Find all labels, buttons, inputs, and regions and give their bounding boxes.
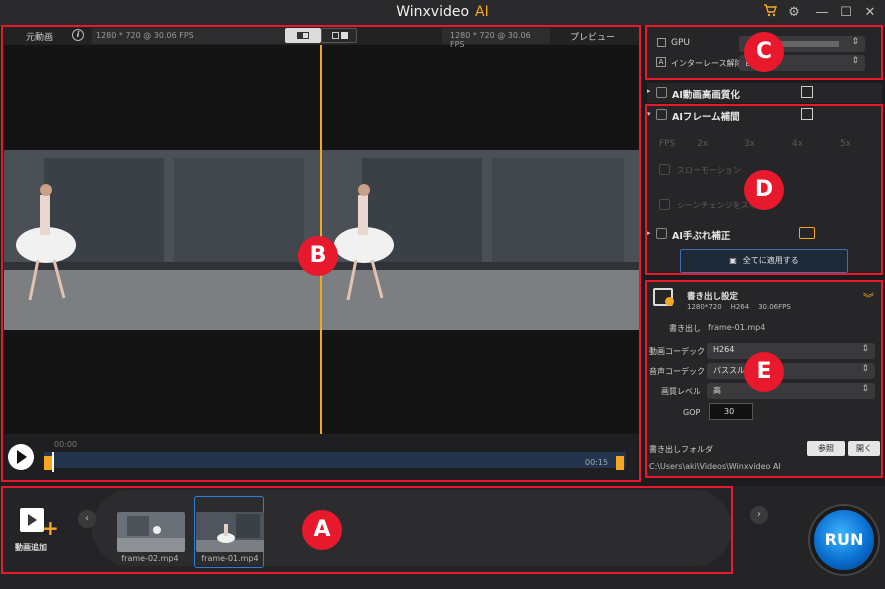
trim-start-handle[interactable] xyxy=(44,456,52,470)
minimize-icon[interactable]: — xyxy=(812,3,832,23)
file-bar: + 動画追加 ‹ › frame-02.mp4 frame-01.mp4 xyxy=(0,486,885,589)
expand-arrow-icon[interactable]: ▸ xyxy=(647,229,651,237)
add-video-icon[interactable]: + xyxy=(20,506,59,538)
apply-all-icon: ▣ xyxy=(729,256,737,265)
ai-upscale-row: ▸ AI動画高画質化 xyxy=(647,83,882,103)
preview-info: 1280 * 720 @ 30.06 FPS xyxy=(442,28,550,49)
export-summary: 1280*720 H264 30.06FPS xyxy=(687,303,791,311)
apply-all-label: 全てに適用する xyxy=(742,256,799,265)
app-title: Winxvideo AI xyxy=(0,4,885,20)
info-icon[interactable]: i xyxy=(72,29,84,41)
chevron-updown-icon: ⇕ xyxy=(851,56,859,66)
chevron-updown-icon: ⇕ xyxy=(861,384,869,394)
fps-option-3x[interactable]: 3x xyxy=(744,139,755,149)
scroll-left-button[interactable]: ‹ xyxy=(78,510,96,528)
timeline: 00:00 00:15 xyxy=(4,434,640,480)
slowmo-checkbox[interactable] xyxy=(659,164,670,175)
badge-c: C xyxy=(744,32,784,72)
preview-toolbar: 元動画 i 1280 * 720 @ 30.06 FPS 1280 * 720 … xyxy=(4,27,640,49)
frame-interp-checkbox[interactable] xyxy=(656,109,667,120)
audio-codec-select[interactable]: パススルー ⇕ xyxy=(707,363,875,379)
output-label: 書き出し xyxy=(669,324,701,333)
fps-option-4x[interactable]: 4x xyxy=(792,139,803,149)
deinterlace-icon: A xyxy=(656,57,666,67)
quality-label: 画質レベル xyxy=(661,387,701,396)
preview-video-frame[interactable] xyxy=(322,150,640,330)
gpu-label: GPU xyxy=(671,38,690,48)
compare-side-button[interactable] xyxy=(321,28,357,43)
cart-icon[interactable] xyxy=(760,3,780,23)
play-button[interactable] xyxy=(8,444,34,470)
quality-select[interactable]: 高 ⇕ xyxy=(707,383,875,399)
file-thumb-frame-02[interactable] xyxy=(117,512,185,552)
expand-arrow-icon[interactable]: ▾ xyxy=(647,110,651,118)
app-title-text: Winxvideo xyxy=(396,4,470,20)
chevron-updown-icon: ⇕ xyxy=(851,37,859,47)
app-window: Winxvideo AI ⚙ — ☐ ✕ 元動画 i 1280 * 720 @ 3… xyxy=(0,0,885,589)
frame-interp-label: AIフレーム補間 xyxy=(672,112,740,123)
expand-arrow-icon[interactable]: ▸ xyxy=(647,87,651,95)
trim-end-handle[interactable] xyxy=(616,456,624,470)
export-settings-icon xyxy=(653,288,674,306)
gpu-icon xyxy=(657,38,666,47)
open-folder-button[interactable]: 開く xyxy=(848,441,880,456)
video-codec-label: 動画コーデック xyxy=(649,347,705,356)
badge-e: E xyxy=(744,352,784,392)
stabilize-label: AI手ぶれ補正 xyxy=(672,231,731,242)
time-end: 00:15 xyxy=(585,458,609,467)
frame-interp-icon xyxy=(801,108,813,120)
gop-label: GOP xyxy=(683,408,701,417)
run-button[interactable]: RUN xyxy=(810,506,878,574)
export-title: 書き出し設定 xyxy=(687,292,739,302)
audio-codec-label: 音声コーデック xyxy=(649,367,705,376)
browse-button[interactable]: 参照 xyxy=(807,441,845,456)
timeline-track[interactable] xyxy=(44,452,626,468)
ai-upscale-checkbox[interactable] xyxy=(656,87,667,98)
gop-input[interactable]: 30 xyxy=(709,403,753,420)
fps-option-5x[interactable]: 5x xyxy=(840,139,851,149)
add-video-label[interactable]: 動画追加 xyxy=(15,542,47,553)
app-title-ai: AI xyxy=(475,4,489,20)
close-icon[interactable]: ✕ xyxy=(860,3,880,23)
source-video-frame[interactable] xyxy=(4,150,320,330)
chevron-updown-icon: ⇕ xyxy=(861,364,869,374)
badge-b: B xyxy=(298,236,338,276)
fps-option-2x[interactable]: 2x xyxy=(697,139,708,149)
file-thumb-frame-01[interactable] xyxy=(196,512,264,552)
badge-a: A xyxy=(302,510,342,550)
gear-icon[interactable]: ⚙ xyxy=(784,3,804,23)
output-file: frame-01.mp4 xyxy=(708,323,766,332)
file-name: frame-01.mp4 xyxy=(201,554,259,563)
source-video-label: 元動画 xyxy=(26,33,54,43)
video-codec-select[interactable]: H264 ⇕ xyxy=(707,343,875,359)
playhead[interactable] xyxy=(52,452,54,472)
fps-label: FPS xyxy=(659,139,676,149)
time-start: 00:00 xyxy=(54,440,78,449)
scene-skip-checkbox[interactable] xyxy=(659,199,670,210)
output-folder-label: 書き出しフォルダ xyxy=(649,445,713,454)
badge-d: D xyxy=(744,170,784,210)
collapse-icon[interactable]: ︾ xyxy=(863,290,874,306)
output-folder-path: C:\Users\aki\Videos\Winxvideo AI xyxy=(649,462,781,471)
play-icon xyxy=(17,450,27,464)
quality-value: 高 xyxy=(713,386,721,395)
file-name: frame-02.mp4 xyxy=(121,554,179,563)
deinterlace-label: インターレース解除 xyxy=(671,59,743,68)
scroll-right-button[interactable]: › xyxy=(750,506,768,524)
camera-icon xyxy=(799,227,815,239)
preview-label: プレビュー xyxy=(570,33,616,43)
chevron-updown-icon: ⇕ xyxy=(861,344,869,354)
compare-split-button[interactable] xyxy=(285,28,321,43)
video-codec-value: H264 xyxy=(713,345,735,354)
apply-all-button[interactable]: ▣ 全てに適用する xyxy=(680,249,848,273)
slowmo-label: スローモーション xyxy=(677,166,741,175)
maximize-icon[interactable]: ☐ xyxy=(836,3,856,23)
stabilize-checkbox[interactable] xyxy=(656,228,667,239)
upscale-icon xyxy=(801,86,813,98)
ai-upscale-label: AI動画高画質化 xyxy=(672,90,740,101)
